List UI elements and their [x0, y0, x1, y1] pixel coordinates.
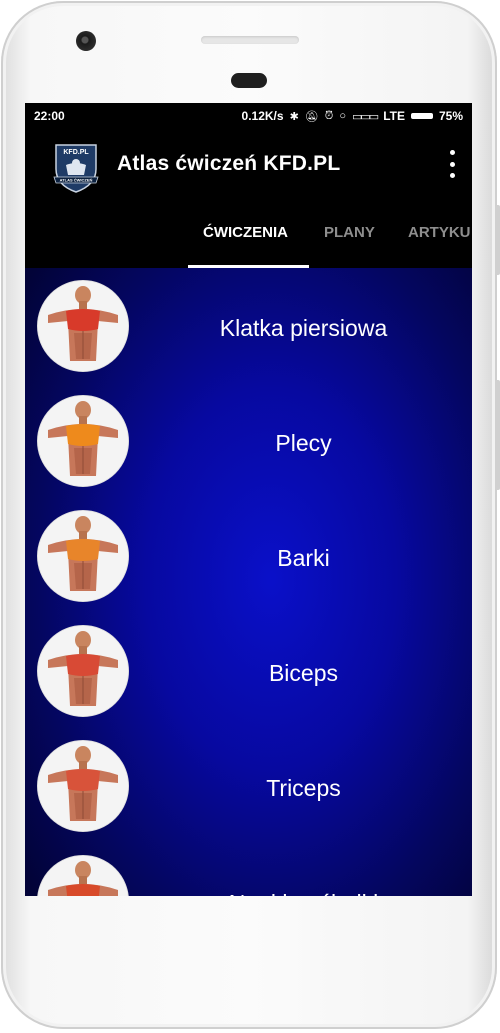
circle-icon: ○ — [339, 110, 346, 122]
muscle-thumbnail — [37, 395, 129, 487]
battery-icon — [410, 113, 433, 119]
tab-cwiczenia[interactable]: ĆWICZENIA — [203, 224, 288, 241]
tab-plany[interactable]: PLANY — [324, 224, 375, 241]
list-item[interactable]: Plecy — [25, 383, 472, 498]
list-item[interactable]: Biceps — [25, 613, 472, 728]
volume-button — [495, 205, 500, 275]
app-title: Atlas ćwiczeń KFD.PL — [117, 152, 341, 175]
network-type: LTE — [383, 109, 405, 123]
app-bar: KFD.PL ATLAS ĆWICZEŃ Atlas ćwiczeń KFD.P… — [25, 130, 472, 204]
alarm-icon: ⏰︎ — [324, 109, 334, 122]
network-speed: 0.12K/s — [241, 109, 284, 123]
status-bar: 22:00 0.12K/s ✱ 🔕︎ ⏰︎ ○ ▭▭▭ LTE 75% — [25, 103, 472, 130]
muscle-thumbnail — [37, 280, 129, 372]
list-item[interactable]: Triceps — [25, 728, 472, 843]
list-item[interactable]: Klatka piersiowa — [25, 268, 472, 383]
screen: 22:00 0.12K/s ✱ 🔕︎ ⏰︎ ○ ▭▭▭ LTE 75% KFD.… — [25, 103, 472, 896]
category-label: Barki — [277, 545, 330, 571]
muscle-thumbnail — [37, 625, 129, 717]
category-label: Biceps — [268, 660, 339, 686]
tab-artykuly[interactable]: ARTYKU — [408, 224, 471, 241]
bell-off-icon: 🔕︎ — [304, 110, 319, 123]
tab-bar: ĆWICZENIA PLANY ARTYKU — [25, 204, 472, 268]
logo-text-bottom: ATLAS ĆWICZEŃ — [60, 178, 93, 183]
signal-icon: ▭▭▭ — [352, 110, 379, 123]
list-item[interactable]: Nogi i pośladki — [25, 843, 472, 896]
status-time: 22:00 — [34, 109, 65, 123]
kfd-logo: KFD.PL ATLAS ĆWICZEŃ — [53, 144, 99, 193]
status-right: 0.12K/s ✱ 🔕︎ ⏰︎ ○ ▭▭▭ LTE 75% — [242, 109, 463, 123]
muscle-thumbnail — [37, 740, 129, 832]
logo-text-top: KFD.PL — [63, 149, 89, 156]
bluetooth-icon: ✱ — [289, 110, 299, 123]
battery-level: 75% — [438, 109, 463, 123]
front-camera — [76, 31, 96, 51]
earpiece — [231, 73, 267, 88]
category-label: Plecy — [275, 430, 332, 456]
more-vert-icon[interactable] — [448, 150, 456, 178]
bottom-bezel — [0, 896, 500, 1033]
list-item[interactable]: Barki — [25, 498, 472, 613]
speaker-grille — [201, 36, 299, 44]
category-label: Triceps — [266, 775, 341, 801]
muscle-thumbnail — [37, 510, 129, 602]
power-button — [495, 380, 500, 490]
category-label: Klatka piersiowa — [219, 315, 388, 341]
muscle-thumbnail — [37, 855, 129, 896]
